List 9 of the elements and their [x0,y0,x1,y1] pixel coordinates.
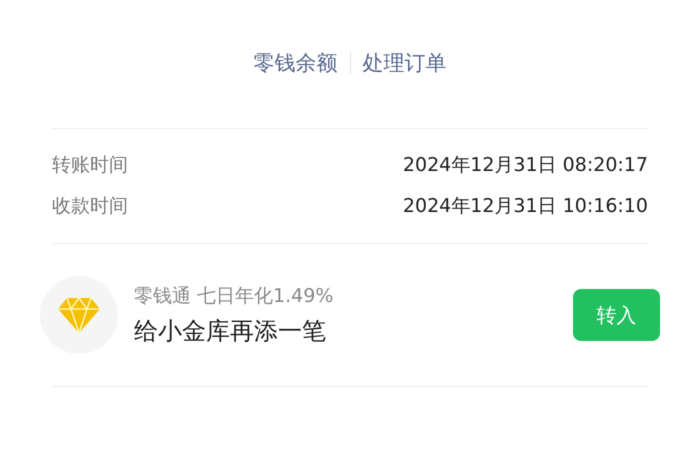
diamond-icon [57,296,101,334]
link[interactable]: 处理订单 [362,49,446,77]
promo-title: 给小金库再添一笔 [134,316,327,347]
detail-value: 2024年12月31日 08:20:17 [402,152,648,178]
detail-value: 2024年12月31日 10:16:10 [402,194,648,218]
detail-label: 收款时间 [52,194,128,218]
link[interactable]: 零钱余额 [254,49,338,77]
promo-subtitle: 零钱通 七日年化1.49% [134,284,334,309]
detail-label: 转账时间 [52,152,128,178]
